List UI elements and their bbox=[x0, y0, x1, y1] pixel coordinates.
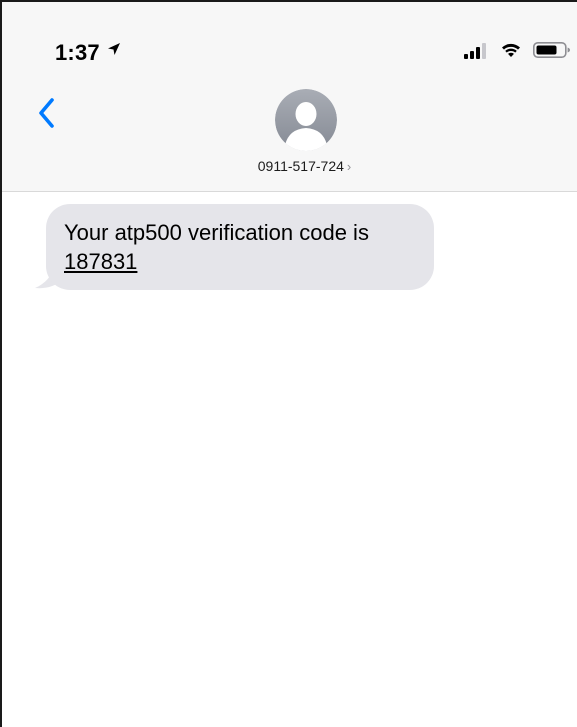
contact-number: 0911-517-724 bbox=[257, 158, 344, 174]
message-text: Your atp500 verification code is bbox=[64, 220, 369, 245]
contact-avatar[interactable] bbox=[275, 89, 337, 151]
verification-code-link[interactable]: 187831 bbox=[64, 249, 137, 274]
messages-screen: 1:37 0911-517-724 › Your atp500 verifica… bbox=[0, 0, 577, 727]
status-time: 1:37 bbox=[55, 40, 100, 65]
wifi-icon bbox=[502, 43, 520, 57]
back-button[interactable] bbox=[32, 94, 64, 132]
contact-details-button[interactable]: 0911-517-724 › bbox=[2, 158, 577, 174]
battery-icon bbox=[533, 42, 570, 58]
conversation-header: 1:37 0911-517-724 › bbox=[2, 2, 577, 192]
chevron-right-icon: › bbox=[346, 159, 352, 174]
location-arrow-icon bbox=[108, 43, 120, 55]
person-silhouette-icon bbox=[275, 89, 337, 151]
cellular-signal-icon bbox=[464, 43, 486, 59]
incoming-message-bubble: Your atp500 verification code is 187831 bbox=[46, 204, 434, 290]
